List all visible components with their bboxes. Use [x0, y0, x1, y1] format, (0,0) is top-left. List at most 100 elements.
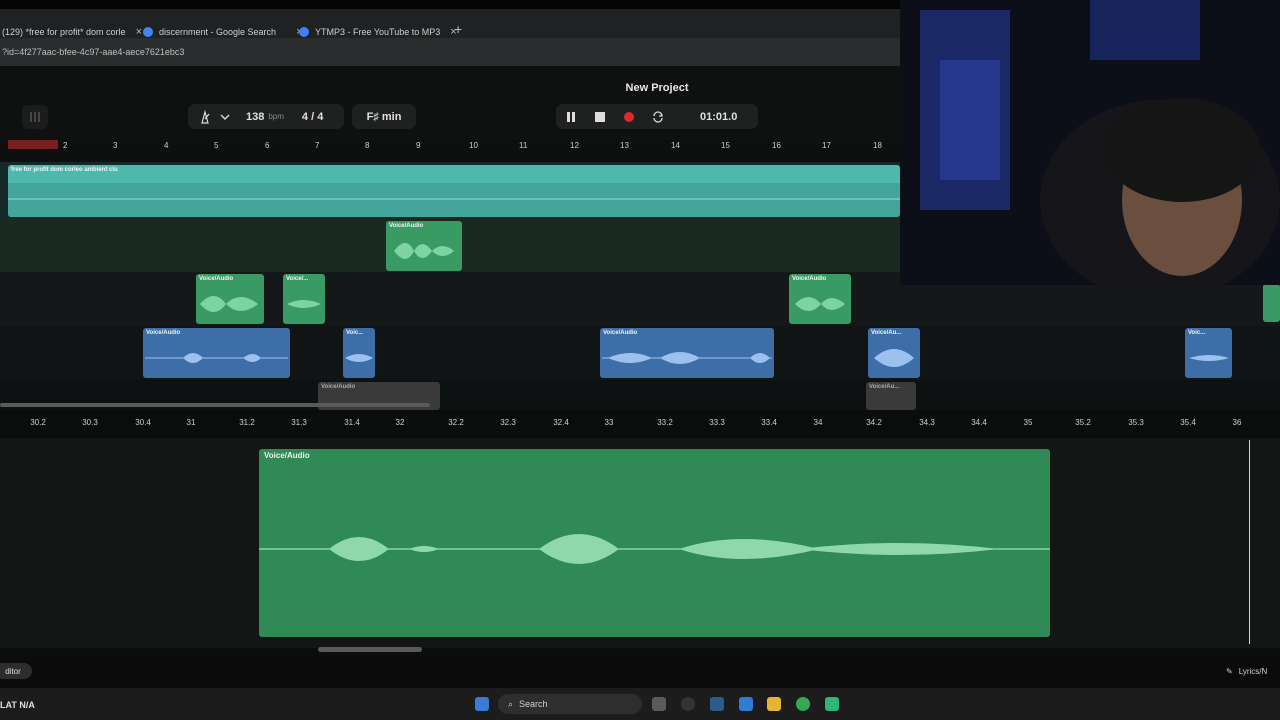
time-signature[interactable]: 4 / 4 — [302, 111, 323, 123]
clip-label: Voic... — [346, 330, 364, 336]
editor-ruler-tick: 30.2 — [30, 418, 46, 427]
waveform — [200, 296, 258, 312]
clip-label: Voice/Audio — [199, 276, 234, 282]
audio-clip[interactable]: Voice/Au... — [868, 328, 920, 378]
record-icon — [624, 111, 634, 122]
instrument-grid-button[interactable] — [22, 105, 48, 129]
task-view-icon[interactable] — [652, 697, 666, 711]
key-value: F♯ min — [366, 110, 402, 123]
waveform — [795, 297, 845, 311]
tempo-controls: 138 bpm 4 / 4 — [188, 104, 344, 129]
editor-ruler-tick: 34.3 — [919, 418, 935, 427]
record-button[interactable] — [622, 110, 636, 124]
bar-ruler[interactable]: 123456789101112131415161718 — [0, 140, 900, 162]
editor-ruler-tick: 33.2 — [657, 418, 673, 427]
track-horizontal-scrollbar[interactable] — [0, 403, 430, 407]
lyrics-label: Lyrics/N — [1238, 666, 1268, 676]
webcam-overlay — [900, 0, 1280, 285]
editor-horizontal-scrollbar[interactable] — [318, 647, 422, 652]
tempo-unit: bpm — [268, 112, 284, 121]
lyrics-notes-button[interactable]: ✎ Lyrics/N — [1226, 663, 1280, 679]
editor-ruler-tick: 31.4 — [344, 418, 360, 427]
metronome-icon[interactable] — [198, 109, 212, 124]
audio-clip[interactable]: Voice/... — [283, 274, 325, 324]
taskbar-search[interactable]: ⌕ Search — [498, 694, 642, 714]
windows-start-icon[interactable] — [475, 697, 489, 711]
ruler-bar-number: 15 — [721, 141, 730, 150]
tempo-value[interactable]: 138 — [246, 111, 264, 123]
audio-clip[interactable]: Voic... — [343, 328, 375, 378]
audio-clip[interactable] — [1263, 284, 1280, 322]
editor-ruler-tick: 31.2 — [239, 418, 255, 427]
file-explorer-icon[interactable] — [767, 697, 781, 711]
clip-label: Voice/Audio — [389, 223, 424, 229]
editor-ruler-tick: 35.2 — [1075, 418, 1091, 427]
waveform — [259, 534, 1050, 564]
audio-clip[interactable]: Voice/Audio — [386, 221, 462, 271]
clip-label: Voic... — [1188, 330, 1206, 336]
pencil-icon: ✎ — [1226, 666, 1233, 676]
editor-ruler-tick: 32 — [395, 418, 405, 427]
copilot-icon[interactable] — [739, 697, 753, 711]
audio-clip[interactable]: Voic... — [1185, 328, 1232, 378]
audio-clip[interactable]: Voice/Audio — [789, 274, 851, 324]
editor-audio-clip[interactable] — [259, 449, 1050, 637]
ruler-bar-number: 6 — [265, 141, 270, 150]
webcam-video — [900, 0, 1280, 285]
ruler-bar-number: 13 — [620, 141, 629, 150]
editor-ruler-tick: 35.3 — [1128, 418, 1144, 427]
waveform — [145, 353, 288, 363]
editor-ruler-tick: 33.3 — [709, 418, 725, 427]
editor-ruler-tick: 31.3 — [291, 418, 307, 427]
chrome-icon[interactable] — [796, 697, 810, 711]
editor-ruler-tick: 35 — [1023, 418, 1033, 427]
clip-label: Voice/... — [286, 276, 309, 282]
editor-cursor[interactable] — [1249, 440, 1250, 644]
waveform — [874, 349, 914, 367]
project-title: New Project — [625, 82, 689, 94]
ruler-bar-number: 5 — [214, 141, 219, 150]
pause-icon — [567, 111, 575, 122]
clip-label: Voice/Au... — [869, 384, 900, 390]
weather-widget[interactable]: LAT N/A — [0, 700, 35, 710]
stop-button[interactable] — [593, 110, 607, 124]
editor-tab-button[interactable]: ditor — [0, 663, 32, 679]
pause-button[interactable] — [564, 110, 578, 124]
clip-label: Voice/Au... — [871, 330, 902, 336]
ruler-bar-number: 9 — [416, 141, 421, 150]
editor-ruler-tick: 32.2 — [448, 418, 464, 427]
audio-clip[interactable]: Voice/Audio — [143, 328, 290, 378]
waveform — [287, 300, 321, 308]
app-icon[interactable] — [710, 697, 724, 711]
address-bar[interactable]: ?id=4f277aac-bfee-4c97-aae4-aece7621ebc3 — [0, 38, 900, 66]
close-tab-icon[interactable]: × — [136, 26, 142, 38]
ruler-bar-number: 4 — [164, 141, 169, 150]
google-icon — [143, 26, 153, 37]
editor-clip-label: Voice/Audio — [264, 451, 310, 460]
ruler-bar-number: 14 — [671, 141, 680, 150]
key-selector[interactable]: F♯ min — [352, 104, 416, 129]
new-tab-button[interactable]: + — [454, 21, 462, 37]
loop-button[interactable] — [651, 110, 665, 124]
audio-clip[interactable]: Voice/Au... — [866, 382, 916, 410]
tab-title: discernment - Google Search — [159, 26, 277, 37]
tab-title: YTMP3 - Free YouTube to MP3 — [315, 26, 441, 37]
waveform — [345, 354, 373, 362]
app-icon[interactable] — [825, 697, 839, 711]
editor-ruler-tick: 36 — [1232, 418, 1242, 427]
editor-ruler-tick: 33.4 — [761, 418, 777, 427]
ruler-bar-number: 12 — [570, 141, 579, 150]
editor-ruler[interactable]: 30.2 30.3 30.4 31 31.2 31.3 31.4 32 32.2 32.3 32.4… — [0, 412, 1280, 432]
ytmp3-icon — [299, 26, 309, 37]
audio-clip[interactable]: Voice/Audio — [600, 328, 774, 378]
editor-ruler-tick: 35.4 — [1180, 418, 1196, 427]
clip-label: free for profit dom corleo ambient clu — [11, 167, 118, 173]
app-4k-icon[interactable] — [681, 697, 695, 711]
audio-clip[interactable]: Voice/Audio — [196, 274, 264, 324]
editor-ruler-tick: 34.2 — [866, 418, 882, 427]
loop-region-marker[interactable] — [8, 140, 58, 149]
search-label: Search — [519, 699, 548, 709]
sample-clip[interactable]: free for profit dom corleo ambient clu — [8, 165, 900, 217]
chevron-down-icon[interactable] — [218, 110, 232, 124]
waveform — [394, 243, 454, 259]
